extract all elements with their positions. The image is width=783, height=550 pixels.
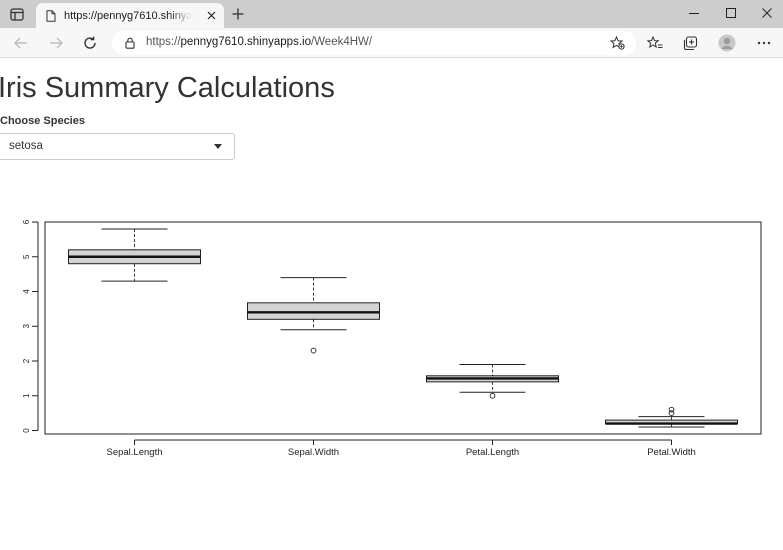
close-icon (207, 11, 215, 19)
back-button[interactable] (11, 33, 31, 53)
avatar-icon (718, 34, 736, 52)
box-iqr (247, 302, 380, 320)
favorites-icon (647, 36, 663, 49)
chevron-down-icon (214, 144, 222, 149)
boxplot-chart: 0 1 2 3 4 5 6 Sepal.Length Sepal.Width Petal.Leng… (0, 208, 783, 468)
favorite-add-icon[interactable] (610, 36, 625, 50)
y-tick-label: 0 (22, 428, 31, 433)
y-tick-label: 2 (22, 358, 31, 363)
tab-actions-button[interactable] (6, 4, 28, 24)
forward-button[interactable] (46, 33, 66, 53)
species-select[interactable]: setosa (0, 133, 235, 160)
close-icon (762, 8, 772, 18)
maximize-button[interactable] (714, 2, 748, 24)
profile-button[interactable] (717, 33, 737, 53)
outlier-point (668, 406, 675, 413)
minimize-button[interactable] (677, 2, 711, 24)
refresh-icon (84, 36, 96, 49)
page-content: Iris Summary Calculations Choose Species… (0, 58, 783, 550)
arrow-right-icon (50, 37, 63, 49)
tab-close-button[interactable] (204, 8, 218, 22)
arrow-left-icon (14, 37, 27, 49)
y-tick-label: 5 (22, 254, 31, 259)
y-tick-label: 3 (22, 323, 31, 328)
x-tick-label: Sepal.Length (107, 447, 163, 458)
page-title: Iris Summary Calculations (0, 72, 335, 104)
url-scheme: https:// (146, 36, 181, 48)
url-path: /Week4HW/ (310, 36, 373, 48)
new-tab-button[interactable] (230, 6, 246, 22)
minimize-icon (689, 13, 699, 14)
outlier-point (310, 347, 317, 354)
y-tick-label: 6 (22, 219, 31, 224)
species-select-value: setosa (9, 140, 43, 152)
x-tick-label: Petal.Length (466, 447, 519, 458)
refresh-button[interactable] (80, 33, 100, 53)
browser-toolbar: https://pennyg7610.shinyapps.io/Week4HW/ (0, 28, 783, 58)
outlier-point (489, 392, 496, 399)
boxplot-svg: 0 1 2 3 4 5 6 Sepal.Length Sepal.Width Petal.Leng… (22, 219, 762, 458)
page-icon (46, 9, 56, 22)
browser-tab-strip: https://pennyg7610.shinyapps.io/Week4HW/ (0, 0, 783, 28)
url-host: pennyg7610.shinyapps.io (180, 36, 311, 48)
url-text: https://pennyg7610.shinyapps.io/Week4HW/ (146, 36, 372, 48)
x-tick-label: Petal.Width (647, 447, 696, 458)
maximize-icon (726, 8, 736, 18)
settings-menu-button[interactable] (754, 33, 774, 53)
x-tick-label: Sepal.Width (288, 447, 339, 458)
address-bar[interactable]: https://pennyg7610.shinyapps.io/Week4HW/ (112, 31, 636, 55)
favorites-button[interactable] (645, 33, 665, 53)
collections-icon (683, 35, 697, 50)
y-tick-label: 4 (22, 289, 31, 294)
browser-tab-active[interactable]: https://pennyg7610.shinyapps.io/Week4HW/ (36, 3, 224, 28)
lock-icon (125, 37, 135, 49)
plus-icon (232, 8, 244, 20)
tab-actions-icon (10, 7, 24, 21)
y-tick-label: 1 (22, 393, 31, 398)
species-select-label: Choose Species (0, 115, 85, 127)
window-close-button[interactable] (750, 2, 783, 24)
more-icon (757, 41, 771, 45)
collections-button[interactable] (680, 33, 700, 53)
tab-title: https://pennyg7610.shinyapps.io/Week4HW/ (64, 9, 192, 22)
